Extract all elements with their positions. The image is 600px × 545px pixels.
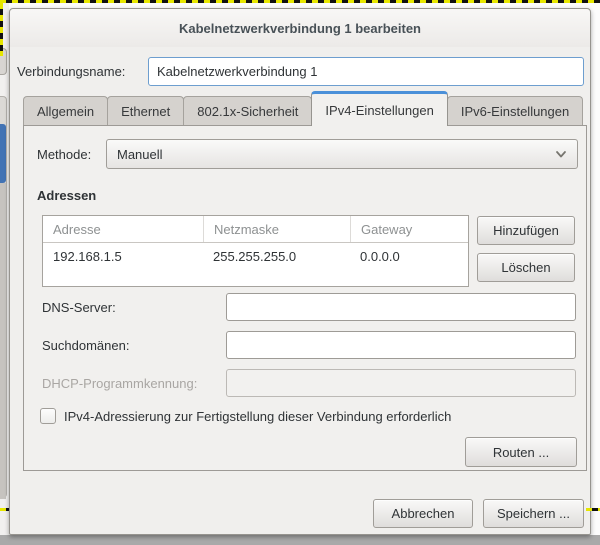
tab-8021x-sicherheit[interactable]: 802.1x-Sicherheit [183, 96, 312, 126]
ipv4-required-checkbox[interactable] [40, 408, 56, 424]
selection-marquee-bottom-right [586, 508, 600, 511]
dns-server-input[interactable] [226, 293, 576, 321]
dns-server-label: DNS-Server: [42, 293, 116, 321]
tab-allgemein[interactable]: Allgemein [23, 96, 108, 126]
cell-netzmaske[interactable]: 255.255.255.0 [203, 249, 350, 264]
background-scrollbar-thumb[interactable] [0, 124, 6, 183]
column-header-gateway[interactable]: Gateway [350, 216, 468, 242]
selection-marquee-top [0, 0, 600, 3]
cell-adresse[interactable]: 192.168.1.5 [43, 249, 203, 264]
delete-address-button[interactable]: Löschen [477, 253, 575, 282]
add-address-button[interactable]: Hinzufügen [477, 216, 575, 245]
dialog-title: Kabelnetzwerkverbindung 1 bearbeiten [179, 21, 421, 36]
table-row[interactable]: 192.168.1.5 255.255.255.0 0.0.0.0 [43, 243, 468, 269]
chevron-down-icon [555, 148, 567, 160]
selection-marquee-left [0, 3, 3, 56]
dhcp-client-id-label: DHCP-Programmkennung: [42, 369, 197, 397]
method-selected-value: Manuell [117, 147, 555, 162]
column-header-netzmaske[interactable]: Netzmaske [203, 216, 350, 242]
method-dropdown[interactable]: Manuell [106, 139, 578, 169]
cell-gateway[interactable]: 0.0.0.0 [350, 249, 468, 264]
tab-ethernet[interactable]: Ethernet [107, 96, 184, 126]
tab-ipv4-einstellungen[interactable]: IPv4-Einstellungen [311, 91, 447, 126]
ipv4-settings-panel: Methode: Manuell Adressen Adresse Netzma… [23, 125, 587, 471]
settings-tabs: Allgemein Ethernet 802.1x-Sicherheit IPv… [23, 91, 587, 126]
search-domains-label: Suchdomänen: [42, 331, 129, 359]
connection-name-label: Verbindungsname: [17, 57, 125, 86]
column-header-adresse[interactable]: Adresse [43, 216, 203, 242]
selection-marquee-bottom-left [0, 508, 9, 511]
cancel-button[interactable]: Abbrechen [373, 499, 473, 528]
dhcp-client-id-input [226, 369, 576, 397]
dialog-action-area: Abbrechen Speichern ... [10, 499, 592, 528]
ipv4-required-label: IPv4-Adressierung zur Fertigstellung die… [64, 409, 451, 424]
connection-name-input[interactable] [148, 57, 584, 86]
background-scrollbar-fill [0, 183, 6, 499]
method-label: Methode: [37, 139, 91, 169]
background-window-edge [0, 0, 9, 535]
addresses-heading: Adressen [37, 188, 96, 203]
background-scrollbar-track[interactable] [0, 96, 7, 498]
screenshot-canvas: Kabelnetzwerkverbindung 1 bearbeiten Ver… [0, 0, 600, 545]
addresses-table[interactable]: Adresse Netzmaske Gateway 192.168.1.5 25… [42, 215, 469, 287]
save-button[interactable]: Speichern ... [483, 499, 584, 528]
tab-ipv6-einstellungen[interactable]: IPv6-Einstellungen [447, 96, 583, 126]
connection-name-row: Verbindungsname: [10, 57, 590, 86]
addresses-table-header: Adresse Netzmaske Gateway [43, 216, 468, 243]
routes-button[interactable]: Routen ... [465, 437, 577, 467]
search-domains-input[interactable] [226, 331, 576, 359]
edit-connection-dialog: Kabelnetzwerkverbindung 1 bearbeiten Ver… [9, 8, 591, 535]
ipv4-required-row: IPv4-Adressierung zur Fertigstellung die… [40, 407, 451, 425]
background-below-dialog [0, 535, 600, 545]
dialog-titlebar[interactable]: Kabelnetzwerkverbindung 1 bearbeiten [10, 9, 590, 47]
